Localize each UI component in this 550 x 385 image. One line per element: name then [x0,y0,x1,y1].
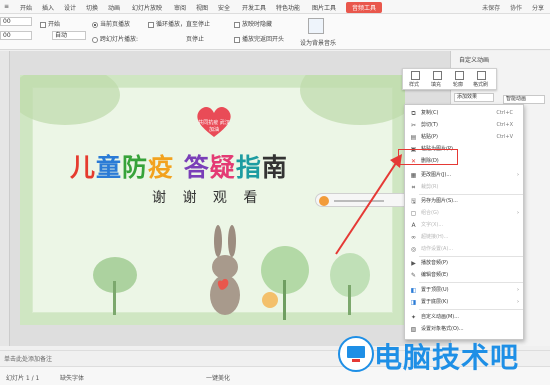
save-image-icon: 🖫 [410,198,417,205]
smart-animation-button[interactable]: 智能动画 [503,95,545,104]
flower-illustration [255,240,315,320]
outline-icon[interactable] [455,71,464,80]
bring-front-icon: ◧ [410,287,417,294]
start-label: 开始 [40,19,60,28]
audio-ribbon: 00 00 开始 自动 当前页播放 跨幻灯片播放: 循环播放，直至停止 页停止 … [0,14,550,50]
radio-current-page[interactable]: 当前页播放 [92,19,130,28]
menu-item-combine[interactable]: ▢ 组合(G) › [405,208,523,219]
slide-title: 儿童防疫 答疑指南 [70,153,288,182]
menu-item-cut[interactable]: ✂ 剪切(T) Ctrl+X [405,120,523,131]
slide-subtitle: 谢 谢 观 看 [152,190,264,206]
menu-separator [419,282,523,283]
rabbit-illustration [206,225,246,315]
menu-separator [419,309,523,310]
menu-icon[interactable]: ≡ [4,3,9,10]
text-icon: A [411,222,416,229]
mini-format-painter[interactable]: 格式刷 [473,81,488,88]
cut-icon: ✂ [410,122,417,129]
mini-style[interactable]: 样式 [409,81,419,88]
watermark-text: 电脑技术吧 [374,341,520,374]
badge-text: 共同抗疫 武汉加油 [198,120,230,133]
combine-icon: ▢ [410,210,417,217]
tab-developer[interactable]: 开发工具 [242,3,266,12]
watermark-icon [338,336,374,372]
paste-icon: ▤ [410,134,417,141]
custom-anim-icon: ✦ [410,314,417,321]
tab-picture-tools[interactable]: 图片工具 [312,3,336,12]
set-bgm-button[interactable]: 设为背景音乐 [300,38,336,47]
slide-counter: 幻灯片 1 / 1 [6,375,40,382]
copy-icon: ⧉ [411,110,416,117]
ribbon-tab-bar: ≡ 开始 插入 设计 切换 动画 幻灯片放映 审阅 视图 安全 开发工具 特色功… [0,0,550,14]
mini-toolbar: 样式 填充 轮廓 格式刷 [402,68,497,90]
menu-item-paste[interactable]: ▤ 粘贴(P) Ctrl+V [405,132,523,143]
hide-checkbox[interactable]: 放映时隐藏 [234,19,272,28]
menu-item-crop[interactable]: ⌗ 裁剪(R) [405,182,523,193]
menu-item-copy[interactable]: ⧉ 复制(C) Ctrl+C [405,108,523,119]
play-icon[interactable] [319,196,329,206]
tab-animation[interactable]: 动画 [108,3,120,12]
watermark-logo: 电脑技术吧 [336,330,550,380]
start-select[interactable]: 自动 [52,31,86,40]
tab-security[interactable]: 安全 [218,3,230,12]
user-area: 未保存 协作 分享 [474,3,544,12]
bgm-icon[interactable] [308,18,324,34]
send-back-icon: ◨ [410,299,417,306]
format-painter-icon[interactable] [477,71,486,80]
annotation-arrow-icon [335,154,402,255]
tab-design[interactable]: 设计 [64,3,76,12]
menu-item-hyperlink[interactable]: ∞ 超链接(H)... [405,232,523,243]
tab-review[interactable]: 审阅 [174,3,186,12]
collab-button[interactable]: 协作 [510,5,522,12]
tab-transition[interactable]: 切换 [86,3,98,12]
panel-header: 自定义动画 [459,57,490,64]
thumbnail-strip[interactable] [0,51,10,346]
change-image-icon: ▦ [410,172,417,179]
mini-fill[interactable]: 填充 [431,81,441,88]
tab-audio-tools[interactable]: 音频工具 [346,2,383,13]
menu-item-change-image[interactable]: ▦ 更改图片(J)... › [405,170,523,181]
hyperlink-icon: ∞ [411,234,416,241]
menu-item-text[interactable]: A 文字(X)... [405,220,523,231]
style-icon[interactable] [411,71,420,80]
edit-icon: ✎ [410,272,417,279]
add-effect-button[interactable]: 添加效果 [454,93,494,102]
tab-slideshow[interactable]: 幻灯片放映 [132,3,162,12]
beautify-button[interactable]: 一键美化 [206,373,230,382]
time-field[interactable]: 00 [0,31,32,40]
rewind-checkbox[interactable]: 播放完返回开头 [234,34,284,43]
menu-item-custom-animation[interactable]: ✦ 自定义动画(M)... [405,312,523,323]
sync-status[interactable]: 未保存 [482,5,500,12]
menu-item-save-image[interactable]: 🖫 另存为图片(S)... [405,196,523,207]
menu-item-edit-audio[interactable]: ✎ 编辑音频(E) [405,270,523,281]
volume-field[interactable]: 00 [0,17,32,26]
radio-cross-slides[interactable]: 跨幻灯片播放: [92,34,138,43]
tab-start[interactable]: 开始 [20,3,32,12]
fill-icon[interactable] [433,71,442,80]
context-menu: ⧉ 复制(C) Ctrl+C ✂ 剪切(T) Ctrl+X ▤ 粘贴(P) Ctrl+V ▣… [404,104,524,340]
menu-item-action[interactable]: ◎ 动作设置(A)... [405,244,523,255]
menu-separator [419,256,523,257]
menu-item-play-audio[interactable]: ▶ 播放音频(P) [405,258,523,269]
loop-checkbox[interactable]: 循环播放，直至停止 [148,19,210,28]
tab-view[interactable]: 视图 [196,3,208,12]
tab-insert[interactable]: 插入 [42,3,54,12]
tab-features[interactable]: 特色功能 [276,3,300,12]
share-button[interactable]: 分享 [532,5,544,12]
menu-item-send-back[interactable]: ◨ 置于底层(K) › [405,297,523,308]
crop-icon: ⌗ [411,184,416,191]
plant-illustration [90,245,140,315]
mini-outline[interactable]: 轮廓 [453,81,463,88]
play-icon: ▶ [411,260,416,267]
page-stop-label: 页停止 [186,36,205,43]
menu-separator [419,194,523,195]
action-icon: ◎ [410,246,417,253]
menu-item-bring-front[interactable]: ◧ 置于顶层(U) › [405,285,523,296]
missing-font-button[interactable]: 缺失字体 [60,373,84,382]
